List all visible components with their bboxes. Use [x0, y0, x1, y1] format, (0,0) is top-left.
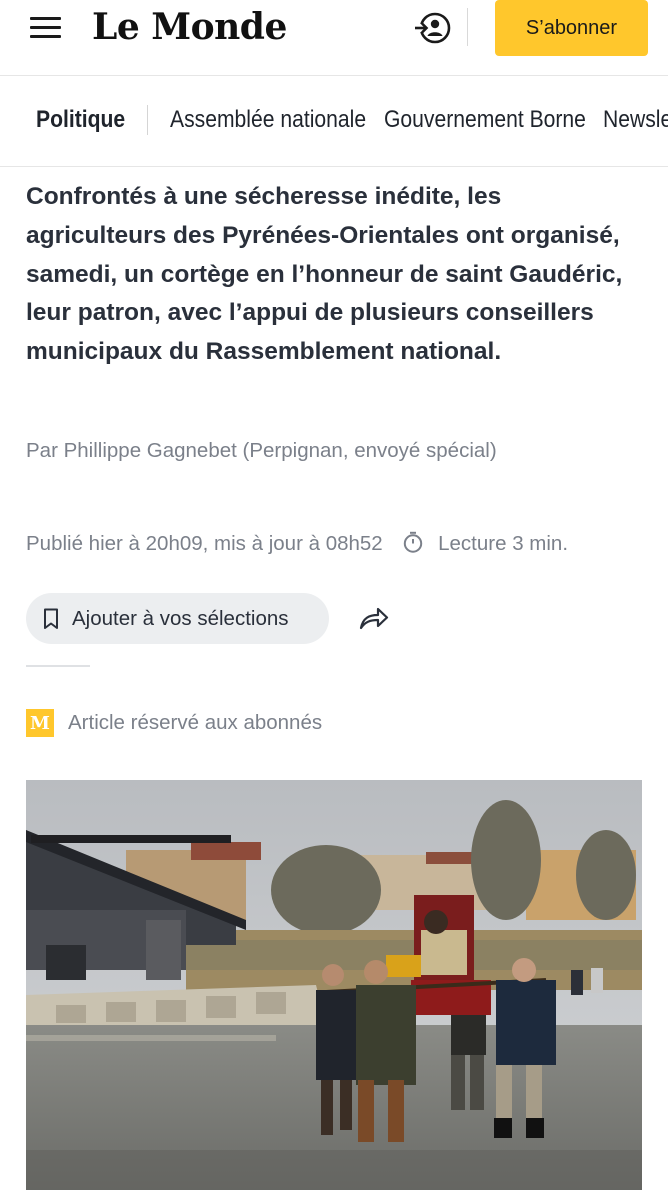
- category-assemblee-nationale[interactable]: Assemblée nationale: [170, 106, 366, 134]
- add-to-selection-button[interactable]: Ajouter à vos sélections: [26, 593, 329, 644]
- category-nav: Politique Assemblée nationale Gouverneme…: [0, 76, 668, 166]
- category-divider: [147, 105, 148, 135]
- bookmark-icon: [44, 608, 58, 629]
- article-dateline: Publié hier à 20h09, mis à jour à 08h52 …: [26, 529, 656, 559]
- article-byline: Par Phillippe Gagnebet (Perpignan, envoy…: [26, 439, 497, 462]
- login-icon[interactable]: [414, 10, 452, 46]
- category-newsletter[interactable]: Newsle: [603, 106, 668, 134]
- le-monde-logo[interactable]: Le Monde: [92, 6, 287, 48]
- category-gouvernement-borne[interactable]: Gouvernement Borne: [384, 106, 586, 134]
- top-bar: Le Monde S’abonner: [0, 0, 668, 75]
- le-monde-m-icon: M: [26, 709, 54, 737]
- header-divider: [467, 8, 468, 46]
- section-divider: [26, 665, 90, 667]
- subscriber-only-notice: M Article réservé aux abonnés: [26, 708, 322, 738]
- category-politique[interactable]: Politique: [36, 106, 125, 134]
- reading-time: Lecture 3 min.: [438, 532, 569, 555]
- subscribe-button[interactable]: S’abonner: [495, 0, 648, 56]
- subscriber-only-label: Article réservé aux abonnés: [68, 711, 323, 734]
- publish-date: Publié hier à 20h09, mis à jour à 08h52: [26, 532, 383, 555]
- stopwatch-icon: [404, 531, 423, 553]
- share-icon[interactable]: [358, 605, 390, 633]
- article-lead: Confrontés à une sécheresse inédite, les…: [26, 183, 623, 366]
- hamburger-menu-icon[interactable]: [30, 17, 61, 39]
- add-to-selection-label: Ajouter à vos sélections: [72, 606, 289, 630]
- article-photo[interactable]: [26, 780, 642, 1190]
- nav-bottom-border: [0, 166, 668, 167]
